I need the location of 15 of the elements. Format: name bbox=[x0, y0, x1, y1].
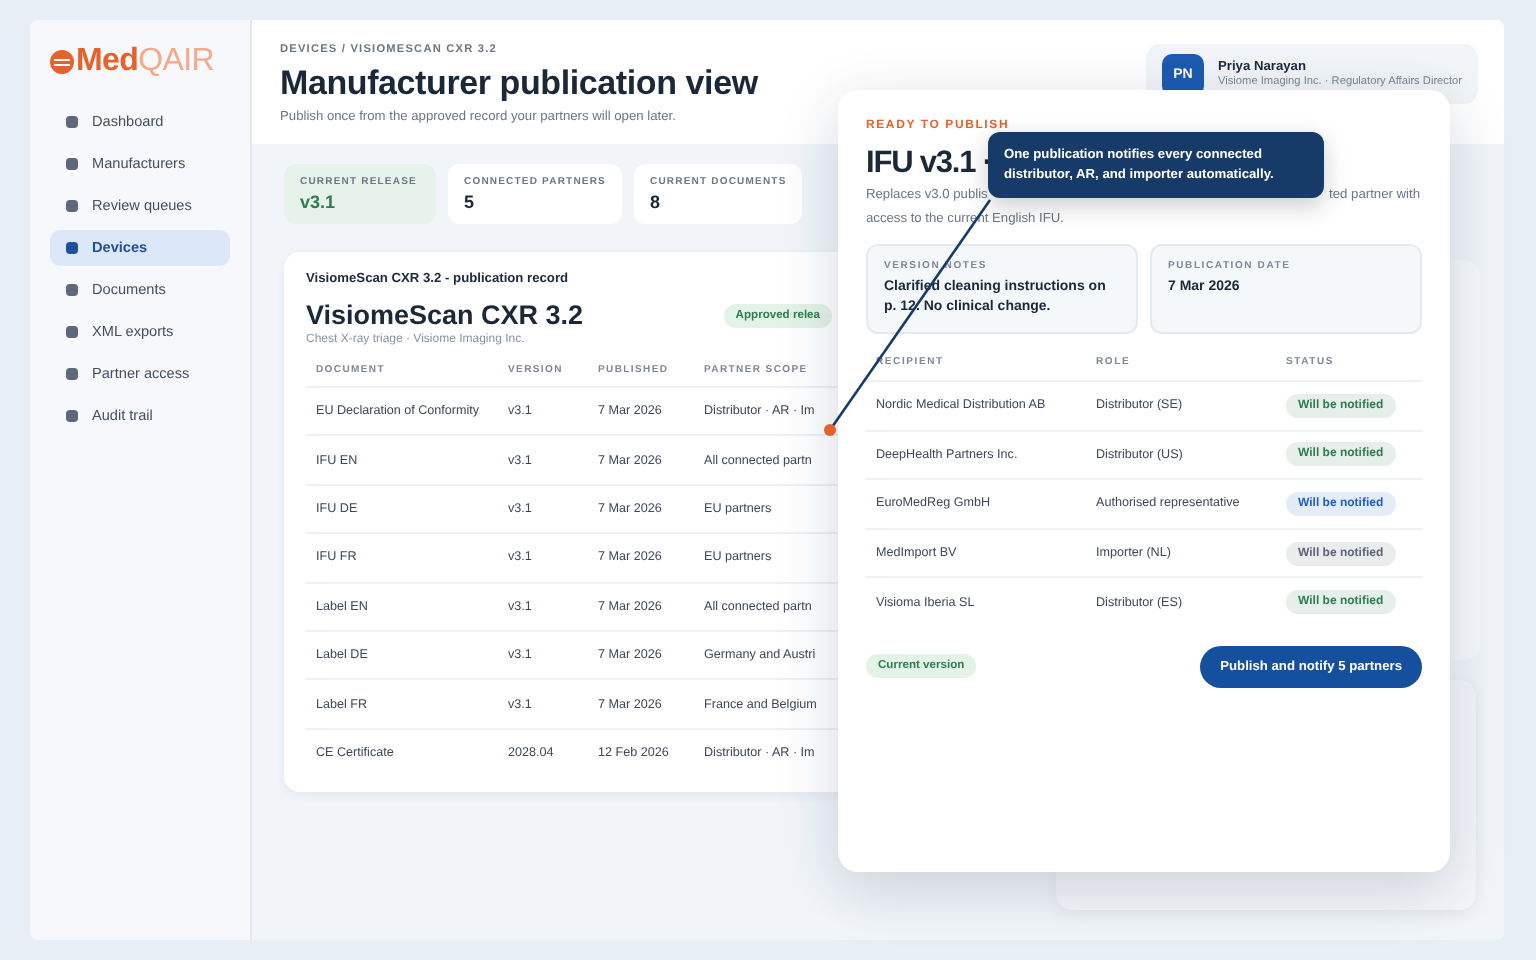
nav-icon bbox=[66, 283, 78, 295]
device-title: VisiomeScan CXR 3.2 bbox=[306, 300, 584, 330]
nav-icon bbox=[66, 367, 78, 379]
logo-icon bbox=[50, 50, 74, 74]
nav-icon bbox=[66, 199, 78, 211]
stat-value: 5 bbox=[464, 192, 477, 212]
nav-icon bbox=[66, 157, 78, 169]
stat-value: v3.1 bbox=[300, 192, 338, 212]
nav-icon bbox=[66, 409, 78, 421]
page-title: Manufacturer publication view bbox=[280, 64, 758, 104]
logo-text: MedQAIR bbox=[76, 44, 215, 80]
nav-icon bbox=[66, 115, 78, 127]
stat-value: 8 bbox=[650, 192, 663, 212]
nav-icon bbox=[66, 241, 78, 253]
nav-icon bbox=[66, 325, 78, 337]
